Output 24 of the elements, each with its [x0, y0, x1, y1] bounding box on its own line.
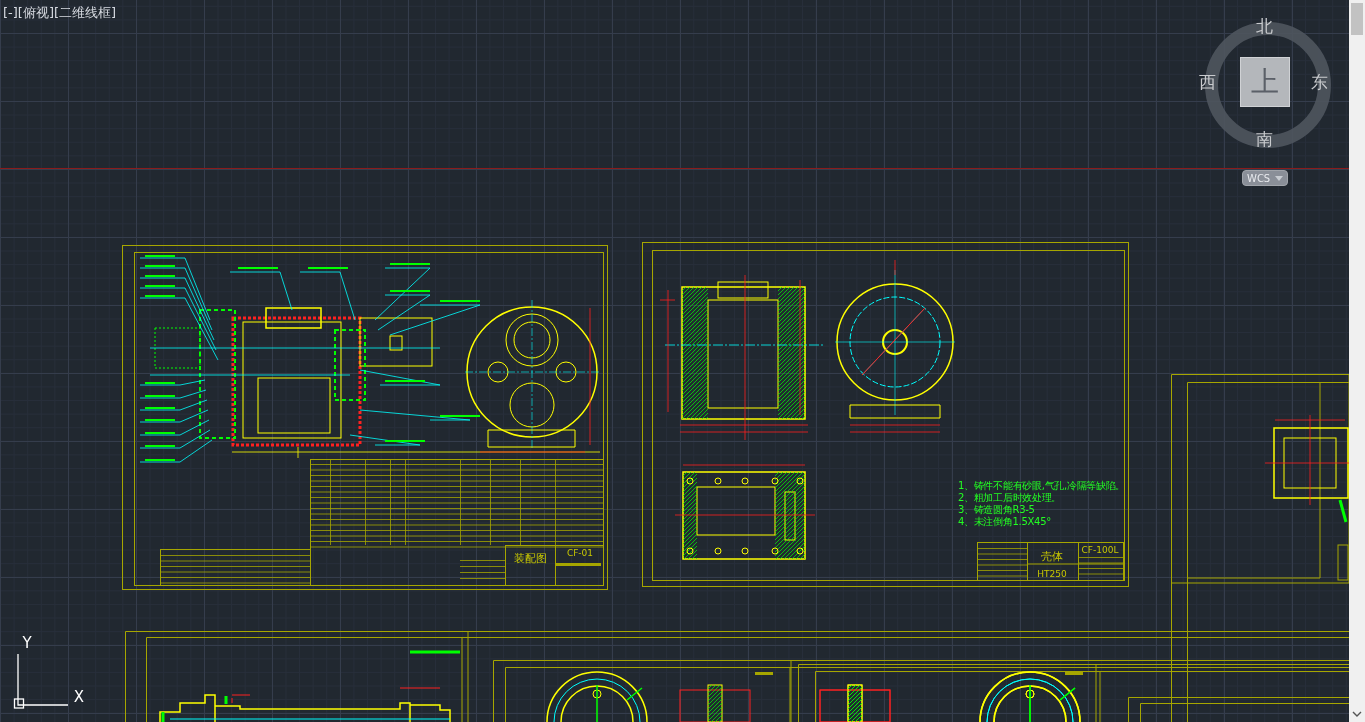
- technical-note: 4、未注倒角1.5X45°: [958, 516, 1051, 527]
- scroll-down-icon[interactable]: [1352, 711, 1362, 717]
- drawing-title: 壳体: [1041, 550, 1063, 563]
- ucs-axes-icon: [13, 653, 69, 709]
- technical-note: 3、铸造圆角R3-5: [958, 504, 1035, 515]
- drawing-number: CF-01: [566, 548, 594, 558]
- viewport-controls-label[interactable]: [-][俯视][二维线框]: [3, 4, 117, 22]
- y-axis-label: Y: [22, 634, 32, 652]
- x-axis-label: X: [73, 688, 85, 706]
- view-cube-face[interactable]: 上: [1240, 57, 1290, 107]
- east-label[interactable]: 东: [1311, 72, 1328, 92]
- technical-note: 2、粗加工后时效处理。: [958, 492, 1062, 503]
- material-label: HT250: [1037, 569, 1067, 579]
- drawing-canvas[interactable]: Y X 装配图 CF-01 1、铸件不能有砂眼,气孔,冷隔等缺陷。 2、粗加工后时效处理。 3、铸造圆角R3-5 4、未注倒角1.5X45° 壳体 CF-100L HT250 [-][俯视][二维线框] 北 西 上 东 南 WCS: [0, 0, 1349, 722]
- west-label[interactable]: 西: [1199, 72, 1216, 92]
- drawing-number: CF-100L: [1081, 545, 1119, 555]
- wcs-dropdown[interactable]: WCS: [1242, 170, 1288, 186]
- south-label[interactable]: 南: [1256, 129, 1273, 149]
- technical-note: 1、铸件不能有砂眼,气孔,冷隔等缺陷。: [958, 480, 1126, 491]
- vertical-scrollbar[interactable]: [1349, 0, 1365, 722]
- scrollbar-thumb[interactable]: [1351, 3, 1363, 35]
- caret-icon[interactable]: [1275, 175, 1283, 181]
- drawing-title: 装配图: [513, 552, 547, 565]
- north-label[interactable]: 北: [1256, 16, 1273, 36]
